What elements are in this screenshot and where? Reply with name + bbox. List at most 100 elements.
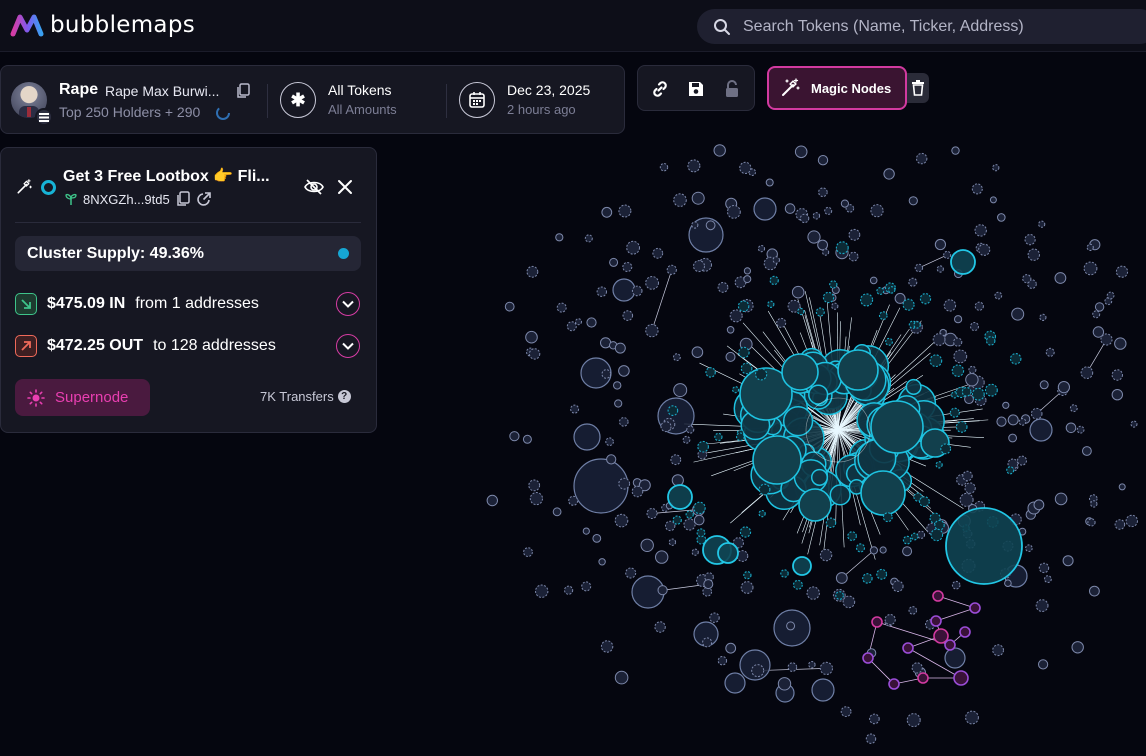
holder-bubble[interactable] xyxy=(743,275,752,284)
holder-bubble[interactable] xyxy=(1054,272,1067,284)
holder-bubble[interactable] xyxy=(971,183,983,195)
holder-bubble[interactable] xyxy=(884,614,896,626)
holder-bubble[interactable] xyxy=(1007,414,1019,426)
holder-bubble[interactable] xyxy=(657,585,668,596)
cluster-bubble[interactable] xyxy=(829,484,851,506)
holder-bubble[interactable] xyxy=(784,203,796,214)
holder-bubble[interactable] xyxy=(869,713,880,725)
holder-bubble[interactable] xyxy=(691,346,704,359)
holder-bubble[interactable] xyxy=(787,662,798,672)
cluster-bubble[interactable] xyxy=(792,579,803,590)
cluster-bubble[interactable] xyxy=(918,496,930,508)
cluster-bubble[interactable] xyxy=(732,386,740,394)
holder-bubble[interactable] xyxy=(1004,579,1012,588)
cluster-bubble[interactable] xyxy=(829,280,838,289)
highlight-bubble[interactable] xyxy=(871,616,883,628)
holder-bubble[interactable] xyxy=(870,204,884,218)
highlight-bubble[interactable] xyxy=(944,639,956,651)
holder-bubble[interactable] xyxy=(584,234,593,243)
holder-bubble[interactable] xyxy=(612,278,636,302)
holder-bubble[interactable] xyxy=(943,299,957,312)
holder-bubble[interactable] xyxy=(1039,313,1047,321)
holder-bubble[interactable] xyxy=(1029,418,1053,442)
holder-bubble[interactable] xyxy=(1022,274,1032,284)
holder-bubble[interactable] xyxy=(914,263,924,273)
holder-bubble[interactable] xyxy=(726,326,735,334)
cluster-bubble[interactable] xyxy=(860,470,906,516)
holder-bubble[interactable] xyxy=(581,581,592,592)
holder-bubble[interactable] xyxy=(1089,585,1100,597)
date-title[interactable]: Dec 23, 2025 xyxy=(507,82,590,98)
holder-bubble[interactable] xyxy=(1039,380,1049,390)
highlight-bubble[interactable] xyxy=(888,678,900,690)
chevron-down-icon[interactable] xyxy=(336,292,360,316)
highlight-bubble[interactable] xyxy=(930,615,942,627)
holder-bubble[interactable] xyxy=(992,164,1000,172)
holder-bubble[interactable] xyxy=(717,282,729,293)
holder-bubble[interactable] xyxy=(486,494,498,507)
asterisk-icon[interactable]: ✱ xyxy=(280,82,316,118)
holder-bubble[interactable] xyxy=(1027,248,1041,261)
link-icon[interactable] xyxy=(649,78,671,100)
holder-bubble[interactable] xyxy=(1111,389,1124,401)
logo[interactable]: bubblemaps xyxy=(10,12,195,38)
holder-bubble[interactable] xyxy=(691,191,705,205)
highlight-bubble[interactable] xyxy=(953,670,969,686)
cluster-bubble[interactable] xyxy=(697,440,709,453)
holder-bubble[interactable] xyxy=(954,315,963,324)
holder-bubble[interactable] xyxy=(619,417,629,427)
holder-bubble[interactable] xyxy=(757,245,766,253)
cluster-bubble[interactable] xyxy=(902,535,912,545)
holder-bubble[interactable] xyxy=(992,644,1004,657)
cluster-bubble[interactable] xyxy=(862,573,873,584)
holder-bubble[interactable] xyxy=(906,713,921,728)
holder-bubble[interactable] xyxy=(894,292,906,304)
holder-bubble[interactable] xyxy=(575,318,582,326)
cluster-bubble[interactable] xyxy=(696,528,706,538)
holder-bubble[interactable] xyxy=(978,243,991,256)
holder-bubble[interactable] xyxy=(974,224,987,237)
holder-bubble[interactable] xyxy=(817,155,829,166)
holder-bubble[interactable] xyxy=(989,196,997,204)
holder-bubble[interactable] xyxy=(660,421,672,433)
holder-bubble[interactable] xyxy=(818,187,828,197)
filter-title[interactable]: All Tokens xyxy=(328,82,392,98)
holder-bubble[interactable] xyxy=(725,351,736,362)
cluster-bubble[interactable] xyxy=(951,364,965,377)
holder-bubble[interactable] xyxy=(626,240,640,255)
holder-bubble[interactable] xyxy=(724,672,746,694)
holder-bubble[interactable] xyxy=(1090,500,1098,508)
holder-bubble[interactable] xyxy=(772,256,780,264)
holder-bubble[interactable] xyxy=(842,595,856,609)
holder-bubble[interactable] xyxy=(953,337,963,347)
cluster-bubble[interactable] xyxy=(714,432,723,442)
holder-bubble[interactable] xyxy=(902,546,913,557)
cluster-bubble[interactable] xyxy=(782,406,814,437)
holder-bubble[interactable] xyxy=(673,193,687,207)
cluster-bubble[interactable] xyxy=(885,337,893,346)
cluster-bubble[interactable] xyxy=(797,307,805,316)
cluster-bubble[interactable] xyxy=(919,293,932,305)
holder-bubble[interactable] xyxy=(682,435,691,444)
holder-bubble[interactable] xyxy=(1125,514,1139,528)
holder-bubble[interactable] xyxy=(892,580,904,593)
cluster-bubble[interactable] xyxy=(971,387,985,401)
holder-bubble[interactable] xyxy=(625,567,637,579)
holder-bubble[interactable] xyxy=(1011,307,1025,321)
holder-bubble[interactable] xyxy=(916,152,928,165)
cluster-bubble[interactable] xyxy=(752,435,802,485)
cluster-bubble[interactable] xyxy=(822,291,835,304)
cluster-bubble[interactable] xyxy=(667,405,679,416)
holder-bubble[interactable] xyxy=(908,196,918,206)
holder-bubble[interactable] xyxy=(568,495,579,506)
holder-bubble[interactable] xyxy=(670,454,682,466)
holder-bubble[interactable] xyxy=(645,323,659,338)
holder-bubble[interactable] xyxy=(996,416,1007,427)
cluster-bubble[interactable] xyxy=(950,249,976,275)
search-input[interactable] xyxy=(743,17,1123,36)
holder-bubble[interactable] xyxy=(751,664,765,678)
cluster-bubble[interactable] xyxy=(754,368,768,381)
cluster-address[interactable]: 8NXGZh...9td5 xyxy=(83,192,170,207)
holder-bubble[interactable] xyxy=(1030,407,1043,420)
holder-bubble[interactable] xyxy=(1002,401,1010,409)
